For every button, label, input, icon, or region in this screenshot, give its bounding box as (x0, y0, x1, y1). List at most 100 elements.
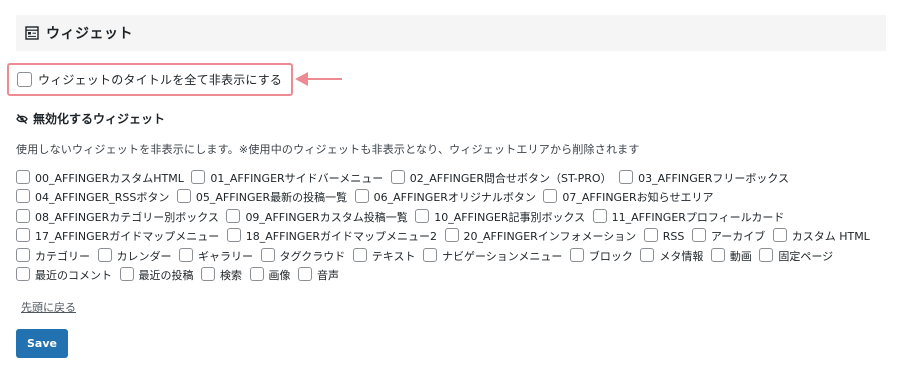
section-title: ウィジェット (46, 26, 133, 42)
widget-checkbox[interactable] (710, 247, 725, 262)
widget-option[interactable]: 00_AFFINGERカスタムHTML (16, 170, 188, 185)
widget-option[interactable]: 09_AFFINGERカスタム投稿一覧 (226, 208, 411, 224)
widget-label: 03_AFFINGERフリーボックス (638, 172, 790, 185)
widget-label: 06_AFFINGERオリジナルボタン (373, 191, 536, 205)
widget-checkbox[interactable] (16, 228, 30, 243)
widget-option[interactable]: 05_AFFINGER最新の投稿一覧 (176, 189, 351, 205)
widget-checkbox[interactable] (643, 228, 658, 243)
widget-checkbox[interactable] (201, 267, 215, 282)
widget-label: 固定ページ (778, 249, 834, 263)
widget-option[interactable]: 11_AFFINGERプロフィールカード (592, 208, 789, 224)
widget-label: 20_AFFINGERインフォメーション (463, 230, 637, 244)
widget-checkbox[interactable] (640, 247, 655, 262)
save-button[interactable]: Save (16, 329, 68, 358)
widget-checkbox[interactable] (16, 247, 30, 262)
widget-checkbox[interactable] (352, 247, 367, 262)
widget-label: 02_AFFINGER問合せボタン（ST-PRO） (409, 172, 612, 185)
widget-checkbox[interactable] (226, 208, 241, 223)
widget-option[interactable]: 10_AFFINGER記事別ボックス (415, 208, 589, 224)
widget-option[interactable]: ナビゲーションメニュー (422, 247, 566, 263)
back-to-top-link[interactable]: 先頭に戻る (21, 299, 76, 315)
widget-label: 最近のコメント (35, 269, 112, 283)
widget-label: 10_AFFINGER記事別ボックス (434, 210, 586, 224)
widget-label: タグクラウド (279, 249, 346, 263)
widget-checkbox[interactable] (415, 208, 430, 223)
widget-checkbox[interactable] (16, 189, 30, 204)
widget-option[interactable]: タグクラウド (260, 247, 350, 263)
widget-label: 18_AFFINGERガイドマップメニュー2 (245, 230, 438, 244)
widget-option[interactable]: 20_AFFINGERインフォメーション (444, 228, 641, 244)
hide-titles-checkbox[interactable] (17, 72, 32, 87)
widget-option[interactable]: 01_AFFINGERサイドバーメニュー (191, 170, 387, 185)
widget-label: 07_AFFINGERお知らせエリア (562, 191, 714, 205)
widget-checkbox[interactable] (759, 247, 774, 262)
widget-option[interactable]: 最近のコメント (16, 267, 116, 283)
widget-checkbox[interactable] (16, 170, 30, 184)
widget-checkbox[interactable] (191, 170, 206, 184)
widget-checkbox[interactable] (569, 247, 584, 262)
widget-checkbox[interactable] (444, 228, 459, 243)
widget-option[interactable]: 最近の投稿 (119, 267, 198, 282)
widget-label: 音声 (317, 269, 339, 283)
widget-checkbox[interactable] (422, 247, 437, 262)
widget-label: 01_AFFINGERサイドバーメニュー (210, 172, 384, 185)
widget-checkbox[interactable] (691, 228, 706, 243)
widget-option[interactable]: 音声 (298, 267, 343, 283)
widget-option[interactable]: メタ情報 (640, 247, 707, 263)
widget-option[interactable]: RSS (643, 228, 689, 244)
widget-label: ナビゲーションメニュー (441, 249, 563, 263)
widget-option[interactable]: カスタム HTML (772, 228, 874, 243)
widget-label: 17_AFFINGERガイドマップメニュー (35, 230, 220, 244)
widget-option[interactable]: 検索 (201, 267, 246, 283)
widget-checkbox[interactable] (298, 267, 312, 282)
widget-checkbox[interactable] (119, 267, 134, 282)
widget-option[interactable]: テキスト (352, 247, 420, 263)
widget-checkbox[interactable] (97, 247, 112, 262)
widget-checkbox[interactable] (249, 267, 264, 282)
widget-label: RSS (662, 230, 685, 244)
widget-option[interactable]: カテゴリー (16, 247, 94, 263)
widget-label: テキスト (371, 249, 416, 263)
widget-option[interactable]: 17_AFFINGERガイドマップメニュー (16, 228, 223, 244)
widget-label: 09_AFFINGERカスタム投稿一覧 (245, 210, 408, 224)
widget-checkbox[interactable] (592, 208, 607, 223)
widget-option[interactable]: 06_AFFINGERオリジナルボタン (354, 189, 540, 205)
widget-checkbox[interactable] (16, 208, 30, 223)
widget-option[interactable]: 固定ページ (759, 247, 837, 263)
widget-label: 00_AFFINGERカスタムHTML (35, 172, 184, 185)
widget-checkbox[interactable] (226, 228, 241, 243)
widget-checkbox[interactable] (619, 170, 634, 184)
widget-label: メタ情報 (659, 249, 704, 263)
widget-option[interactable]: 動画 (710, 247, 756, 263)
widget-option[interactable]: 画像 (249, 267, 295, 283)
widget-label: カレンダー (116, 249, 172, 263)
widget-checkbox[interactable] (176, 189, 191, 204)
widget-option[interactable]: 02_AFFINGER問合せボタン（ST-PRO） (390, 170, 616, 185)
widget-label: 08_AFFINGERカテゴリー別ボックス (35, 210, 219, 224)
widget-checkbox[interactable] (16, 267, 30, 282)
widget-checkbox[interactable] (772, 228, 787, 243)
widget-checkbox-list: 00_AFFINGERカスタムHTML 01_AFFINGERサイドバーメニュー… (16, 169, 886, 285)
widget-label: 画像 (268, 269, 291, 283)
widget-option[interactable]: 18_AFFINGERガイドマップメニュー2 (226, 228, 441, 244)
widget-checkbox[interactable] (260, 247, 275, 262)
widget-option[interactable]: 04_AFFINGER_RSSボタン (16, 189, 173, 204)
widget-checkbox[interactable] (179, 247, 193, 262)
section-header: ウィジェット (16, 15, 886, 51)
widget-option[interactable]: アーカイブ (691, 228, 769, 243)
widget-label: 05_AFFINGER最新の投稿一覧 (195, 191, 348, 205)
widget-option[interactable]: ブロック (569, 247, 637, 263)
widget-option[interactable]: カレンダー (97, 247, 176, 263)
widget-option[interactable]: 03_AFFINGERフリーボックス (619, 170, 793, 185)
widget-checkbox[interactable] (354, 189, 369, 204)
widget-label: ブロック (588, 249, 633, 263)
widget-option[interactable]: 07_AFFINGERお知らせエリア (543, 189, 717, 205)
widget-checkbox[interactable] (390, 170, 405, 184)
widget-label: 検索 (220, 269, 242, 283)
hide-titles-label: ウィジェットのタイトルを全て非表示にする (38, 73, 283, 87)
widget-label: 動画 (729, 249, 752, 263)
widget-option[interactable]: ギャラリー (179, 247, 257, 263)
hide-titles-option[interactable]: ウィジェットのタイトルを全て非表示にする (7, 63, 293, 96)
widget-checkbox[interactable] (543, 189, 558, 204)
widget-option[interactable]: 08_AFFINGERカテゴリー別ボックス (16, 208, 223, 224)
